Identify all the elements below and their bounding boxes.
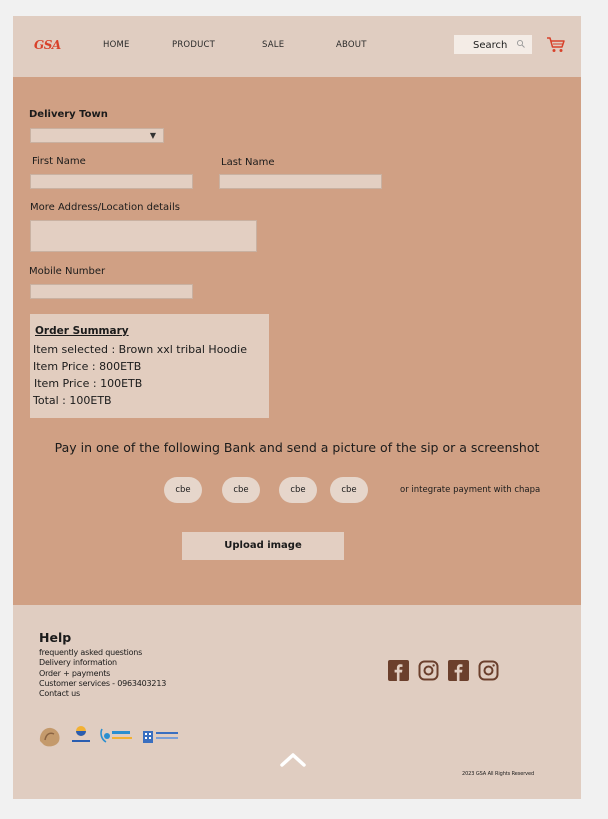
order-summary: Order Summary Item selected : Brown xxl … bbox=[30, 314, 269, 418]
scroll-to-top-icon[interactable] bbox=[279, 750, 307, 770]
upload-image-button[interactable]: Upload image bbox=[182, 532, 344, 560]
nav-product[interactable]: PRODUCT bbox=[172, 40, 215, 50]
first-name-field[interactable] bbox=[30, 174, 193, 189]
checkout-section: Delivery Town ▼ First Name Last Name Mor… bbox=[13, 77, 581, 605]
footer-link-faq[interactable]: frequently asked questions bbox=[39, 648, 142, 657]
help-title: Help bbox=[39, 630, 72, 645]
payment-instruction: Pay in one of the following Bank and sen… bbox=[54, 440, 540, 455]
bank-option-cbe[interactable]: cbe bbox=[279, 477, 317, 503]
chevron-down-icon: ▼ bbox=[149, 131, 156, 140]
summary-line: Item Price : 800ETB bbox=[33, 360, 142, 373]
delivery-town-select[interactable]: ▼ bbox=[30, 128, 164, 143]
bank-option-cbe[interactable]: cbe bbox=[164, 477, 202, 503]
summary-line: Total : 100ETB bbox=[33, 394, 112, 407]
mobile-label: Mobile Number bbox=[29, 266, 106, 277]
site-logo[interactable]: GSA bbox=[34, 38, 61, 52]
footer-link-customer-services[interactable]: Customer services - 0963403213 bbox=[39, 679, 166, 688]
search-label: Search bbox=[473, 40, 508, 51]
summary-line: Item Price : 100ETB bbox=[34, 377, 143, 390]
facebook-icon[interactable] bbox=[448, 660, 469, 681]
partner-logo-2 bbox=[72, 726, 90, 742]
page: GSA HOME PRODUCT SALE ABOUT Search Deliv… bbox=[13, 16, 581, 799]
order-summary-title: Order Summary bbox=[35, 325, 129, 337]
footer-link-orders[interactable]: Order + payments bbox=[39, 669, 110, 678]
first-name-label: First Name bbox=[32, 156, 86, 167]
site-header: GSA HOME PRODUCT SALE ABOUT Search bbox=[13, 16, 581, 77]
address-label: More Address/Location details bbox=[30, 202, 180, 213]
footer-link-delivery[interactable]: Delivery information bbox=[39, 658, 117, 667]
delivery-town-label: Delivery Town bbox=[29, 109, 108, 120]
cart-icon[interactable] bbox=[546, 36, 566, 54]
partner-logo-4 bbox=[143, 731, 178, 743]
instagram-icon[interactable] bbox=[478, 660, 499, 681]
bank-option-cbe[interactable]: cbe bbox=[330, 477, 368, 503]
site-footer: Help frequently asked questions Delivery… bbox=[13, 605, 581, 799]
search-input[interactable]: Search bbox=[454, 35, 532, 54]
nav-sale[interactable]: SALE bbox=[262, 40, 284, 50]
copyright-text: 2023 GSA All Rights Reserved bbox=[462, 771, 535, 777]
last-name-field[interactable] bbox=[219, 174, 382, 189]
footer-link-contact[interactable]: Contact us bbox=[39, 689, 80, 698]
nav-home[interactable]: HOME bbox=[103, 40, 130, 50]
bank-option-cbe[interactable]: cbe bbox=[222, 477, 260, 503]
facebook-icon[interactable] bbox=[388, 660, 409, 681]
mobile-field[interactable] bbox=[30, 284, 193, 299]
nav-about[interactable]: ABOUT bbox=[336, 40, 367, 50]
address-field[interactable] bbox=[30, 220, 257, 252]
instagram-icon[interactable] bbox=[418, 660, 439, 681]
partner-logo-1 bbox=[39, 727, 60, 747]
chapa-payment-link[interactable]: or integrate payment with chapa bbox=[400, 485, 540, 495]
summary-line: Item selected : Brown xxl tribal Hoodie bbox=[33, 343, 247, 356]
last-name-label: Last Name bbox=[221, 157, 275, 168]
partner-logo-3 bbox=[100, 728, 132, 743]
search-icon bbox=[516, 39, 525, 48]
